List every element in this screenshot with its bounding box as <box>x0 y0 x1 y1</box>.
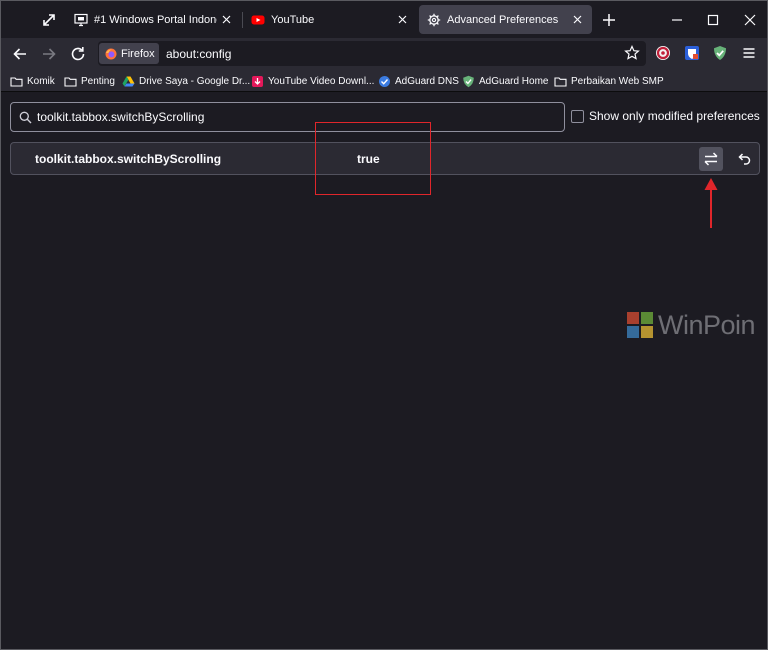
gear-icon <box>427 13 441 26</box>
youtube-icon <box>251 15 265 24</box>
bookmark-komik[interactable]: Komik <box>10 73 55 89</box>
back-icon[interactable] <box>10 44 30 64</box>
preference-name: toolkit.tabbox.switchByScrolling <box>35 152 222 166</box>
adguard-extension-icon[interactable] <box>712 45 728 61</box>
new-tab-icon[interactable] <box>599 10 619 30</box>
toggle-button[interactable] <box>699 147 723 171</box>
bookmark-label: Komik <box>27 75 55 87</box>
close-window-icon[interactable] <box>741 11 759 29</box>
menu-icon[interactable] <box>741 45 757 61</box>
preference-search-input[interactable]: toolkit.tabbox.switchByScrolling <box>10 102 565 132</box>
tab-label: Advanced Preferences <box>447 13 559 26</box>
close-tab-icon[interactable] <box>217 11 235 29</box>
winpoin-watermark: WinPoin <box>627 308 767 342</box>
bookmark-label: Penting <box>81 75 115 87</box>
identity-box[interactable]: Firefox <box>99 43 159 64</box>
tab-youtube[interactable]: YouTube <box>243 5 417 34</box>
bookmark-google-drive[interactable]: Drive Saya - Google Dr... <box>122 73 250 89</box>
reset-button[interactable] <box>733 148 755 170</box>
adguard-dns-icon <box>379 75 390 87</box>
bookmark-adguard-dns[interactable]: AdGuard DNS <box>378 73 459 89</box>
folder-icon <box>10 76 23 87</box>
tab-advanced-preferences[interactable]: Advanced Preferences <box>419 5 592 34</box>
close-tab-icon[interactable] <box>393 11 411 29</box>
adguard-shield-icon <box>463 75 474 87</box>
url-bar[interactable]: Firefox about:config <box>98 41 646 66</box>
show-modified-checkbox[interactable] <box>571 110 584 123</box>
minimize-icon[interactable] <box>668 11 686 29</box>
bookmark-star-icon[interactable] <box>624 45 640 61</box>
annotation-arrow-icon <box>704 178 718 228</box>
bitwarden-extension-icon[interactable] <box>684 45 700 61</box>
bookmark-adguard-home[interactable]: AdGuard Home <box>462 73 548 89</box>
close-tab-icon[interactable] <box>568 11 586 29</box>
bookmark-label: Perbaikan Web SMP <box>571 75 664 87</box>
tab-windows-portal[interactable]: #1 Windows Portal Indonesia <box>66 5 241 34</box>
forward-icon[interactable] <box>39 44 59 64</box>
bookmark-label: AdGuard Home <box>479 75 549 87</box>
bookmark-label: Drive Saya - Google Dr... <box>139 75 251 87</box>
bookmark-penting[interactable]: Penting <box>64 73 115 89</box>
search-icon <box>19 111 32 124</box>
url-text[interactable]: about:config <box>166 47 231 61</box>
firefox-icon <box>105 48 117 59</box>
navigation-toolbar: Firefox about:config <box>1 38 767 70</box>
downloader-icon <box>252 75 263 87</box>
windows-logo-icon <box>627 312 653 338</box>
tab-bar: #1 Windows Portal Indonesia YouTube Adva… <box>1 1 767 38</box>
google-drive-icon <box>122 76 135 86</box>
bookmarks-toolbar: Komik Penting Drive Saya - Google Dr... … <box>1 70 767 92</box>
folder-icon <box>554 76 567 87</box>
expand-icon[interactable] <box>39 10 59 30</box>
toggle-arrows-icon <box>704 152 718 166</box>
bookmark-youtube-downloader[interactable]: YouTube Video Downl... <box>251 73 374 89</box>
identity-label: Firefox <box>121 47 155 60</box>
bookmark-perbaikan-web-smp[interactable]: Perbaikan Web SMP <box>554 73 664 89</box>
tab-label: #1 Windows Portal Indonesia <box>94 13 217 26</box>
watermark-text: WinPoin <box>658 309 756 340</box>
browser-window: #1 Windows Portal Indonesia YouTube Adva… <box>0 0 768 650</box>
undo-icon <box>738 153 751 165</box>
annotation-highlight-box <box>315 122 431 195</box>
show-modified-label[interactable]: Show only modified preferences <box>589 109 760 123</box>
search-text: toolkit.tabbox.switchByScrolling <box>37 110 205 124</box>
ublock-extension-icon[interactable] <box>655 45 671 61</box>
bookmark-label: YouTube Video Downl... <box>268 75 375 87</box>
bookmark-label: AdGuard DNS <box>395 75 459 87</box>
folder-icon <box>64 76 77 87</box>
maximize-icon[interactable] <box>704 11 722 29</box>
tab-label: YouTube <box>271 13 315 26</box>
monitor-icon <box>74 13 88 26</box>
reload-icon[interactable] <box>68 44 88 64</box>
